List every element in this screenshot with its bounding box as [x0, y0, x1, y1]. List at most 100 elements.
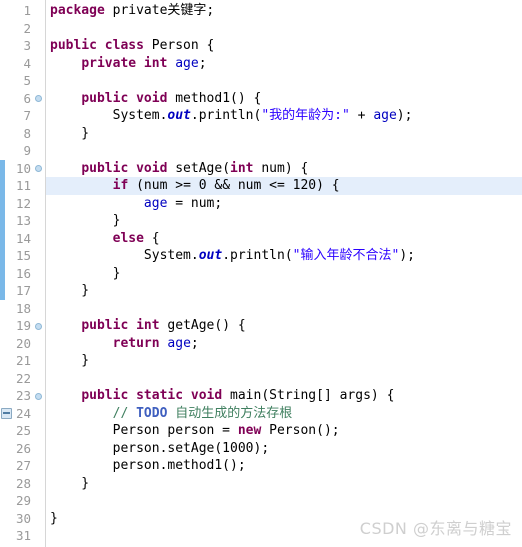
- token-pl: person.setAge(1000);: [50, 440, 270, 456]
- todo-task-marker-icon[interactable]: [1, 407, 12, 419]
- code-line-11[interactable]: if (num >= 0 && num <= 120) {: [46, 177, 522, 195]
- code-line-25[interactable]: Person person = new Person();: [46, 422, 522, 440]
- code-line-18[interactable]: [46, 300, 522, 318]
- code-line-text: }: [46, 282, 89, 300]
- code-line-29[interactable]: [46, 492, 522, 510]
- gutter-line-10[interactable]: 10: [5, 160, 46, 178]
- gutter-line-16[interactable]: 16: [5, 265, 46, 283]
- fold-collapse-icon[interactable]: [35, 322, 42, 330]
- gutter-line-6[interactable]: 6: [5, 90, 46, 108]
- code-line-24[interactable]: // TODO 自动生成的方法存根: [46, 405, 522, 423]
- gutter-line-19[interactable]: 19: [5, 317, 46, 335]
- code-line-16[interactable]: }: [46, 265, 522, 283]
- gutter-line-12[interactable]: 12: [5, 195, 46, 213]
- code-line-2[interactable]: [46, 20, 522, 38]
- gutter-line-11[interactable]: 11: [5, 177, 46, 195]
- code-line-text: person.setAge(1000);: [46, 440, 270, 458]
- gutter-line-26[interactable]: 26: [5, 440, 46, 458]
- code-line-13[interactable]: }: [46, 212, 522, 230]
- token-kw: public void: [81, 90, 168, 106]
- token-str: "我的年龄为:": [261, 108, 350, 123]
- code-line-text: System.out.println("我的年龄为:" + age);: [46, 107, 413, 125]
- gutter-line-13[interactable]: 13: [5, 212, 46, 230]
- code-line-text: }: [46, 265, 121, 283]
- fold-collapse-icon[interactable]: [35, 95, 42, 102]
- code-line-27[interactable]: person.method1();: [46, 457, 522, 475]
- code-line-21[interactable]: }: [46, 352, 522, 370]
- code-editor[interactable]: 1 2 3 4 5 6 7 8 9 10 11 12 13 14 15 16 17 18 19 20 21 22 23 24 2…: [0, 0, 522, 547]
- code-line-26[interactable]: person.setAge(1000);: [46, 440, 522, 458]
- gutter-line-4[interactable]: 4: [5, 55, 46, 73]
- gutter-line-20[interactable]: 20: [5, 335, 46, 353]
- code-line-text: else {: [46, 230, 160, 248]
- code-line-6[interactable]: public void method1() {: [46, 90, 522, 108]
- gutter-line-18[interactable]: 18: [5, 300, 46, 318]
- code-line-10[interactable]: public void setAge(int num) {: [46, 160, 522, 178]
- line-number: 15: [15, 248, 31, 263]
- token-pl: System.: [50, 248, 199, 263]
- code-line-28[interactable]: }: [46, 475, 522, 493]
- code-text-area[interactable]: package private关键字; public class Person {…: [46, 0, 522, 547]
- fold-collapse-icon[interactable]: [35, 392, 42, 400]
- token-pl: }: [50, 353, 90, 368]
- code-line-8[interactable]: }: [46, 125, 522, 143]
- gutter-line-30[interactable]: 30: [5, 510, 46, 528]
- fold-collapse-icon[interactable]: [35, 165, 42, 172]
- gutter-line-5[interactable]: 5: [5, 72, 46, 90]
- token-kw: if: [112, 178, 129, 193]
- code-line-14[interactable]: else {: [46, 230, 522, 248]
- gutter-line-2[interactable]: 2: [5, 20, 46, 38]
- gutter-line-28[interactable]: 28: [5, 475, 46, 493]
- line-number: 21: [15, 353, 31, 368]
- gutter-line-9[interactable]: 9: [5, 142, 46, 160]
- gutter-line-15[interactable]: 15: [5, 247, 46, 265]
- gutter-line-3[interactable]: 3: [5, 37, 46, 55]
- gutter-line-31[interactable]: 31: [5, 527, 46, 545]
- line-number: 24: [15, 405, 31, 421]
- gutter-line-24[interactable]: 24: [1, 405, 46, 423]
- gutter-line-22[interactable]: 22: [5, 370, 46, 388]
- gutter-line-17[interactable]: 17: [5, 282, 46, 300]
- code-line-4[interactable]: private int age;: [46, 55, 522, 73]
- code-line-text: private int age;: [46, 55, 206, 73]
- token-kw: public class: [50, 38, 144, 53]
- line-number: 29: [15, 493, 31, 508]
- line-number: 19: [15, 318, 31, 333]
- token-fld: age: [143, 195, 168, 211]
- code-line-15[interactable]: System.out.println("输入年龄不合法");: [46, 247, 522, 265]
- code-line-1[interactable]: package private关键字;: [46, 2, 522, 20]
- code-line-text: person.method1();: [46, 457, 246, 475]
- gutter-line-8[interactable]: 8: [5, 125, 46, 143]
- code-line-9[interactable]: [46, 142, 522, 160]
- code-line-20[interactable]: return age;: [46, 335, 522, 353]
- code-line-3[interactable]: public class Person {: [46, 37, 522, 55]
- code-line-text: public void setAge(int num) {: [46, 160, 308, 178]
- token-pl: );: [396, 108, 413, 123]
- code-line-19[interactable]: public int getAge() {: [46, 317, 522, 335]
- token-pl: ;: [190, 335, 199, 351]
- line-number: 8: [23, 125, 31, 141]
- code-line-12[interactable]: age = num;: [46, 195, 522, 213]
- code-line-22[interactable]: [46, 370, 522, 388]
- code-line-17[interactable]: }: [46, 282, 522, 300]
- code-line-7[interactable]: System.out.println("我的年龄为:" + age);: [46, 107, 522, 125]
- line-number: 22: [15, 370, 31, 386]
- code-line-text: // TODO 自动生成的方法存根: [46, 405, 293, 423]
- gutter-line-7[interactable]: 7: [5, 107, 46, 125]
- gutter-line-23[interactable]: 23: [5, 387, 46, 405]
- gutter-line-14[interactable]: 14: [5, 230, 46, 248]
- token-kw: public int: [81, 318, 160, 333]
- token-fld: age: [373, 108, 397, 123]
- code-line-23[interactable]: public static void main(String[] args) {: [46, 387, 522, 405]
- gutter-line-21[interactable]: 21: [5, 352, 46, 370]
- line-number-gutter[interactable]: 1 2 3 4 5 6 7 8 9 10 11 12 13 14 15 16 17 18 19 20 21 22 23 24 2…: [1, 0, 46, 547]
- gutter-line-27[interactable]: 27: [5, 457, 46, 475]
- code-line-5[interactable]: [46, 72, 522, 90]
- gutter-line-29[interactable]: 29: [5, 492, 46, 510]
- gutter-line-25[interactable]: 25: [5, 422, 46, 440]
- gutter-line-1[interactable]: 1: [5, 2, 46, 20]
- line-number: 1: [23, 3, 31, 18]
